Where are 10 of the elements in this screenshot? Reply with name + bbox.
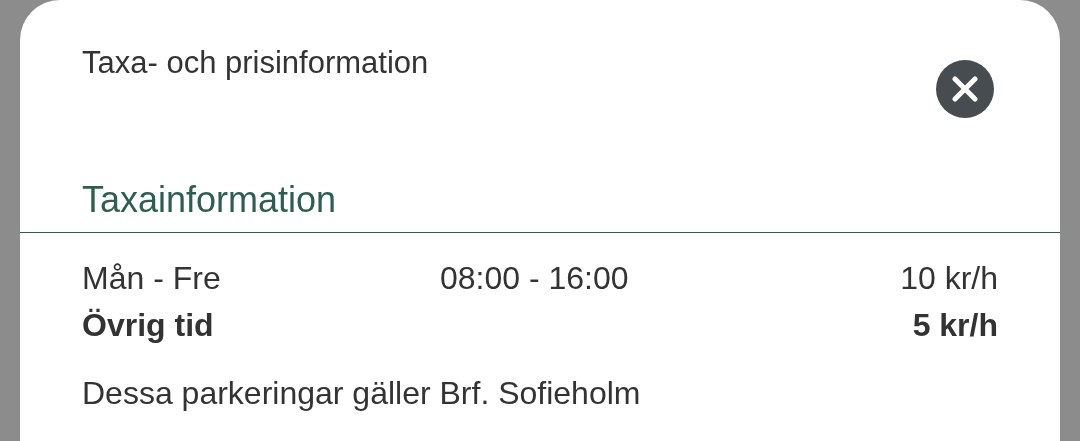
day-label: Mån - Fre xyxy=(82,260,221,296)
close-icon xyxy=(952,76,978,102)
price-text: 5 kr/h xyxy=(912,306,998,345)
dialog-title: Taxa- och prisinformation xyxy=(82,44,429,82)
time-range: 08:00 - 16:00 xyxy=(440,260,629,296)
price-text: 10 kr/h xyxy=(900,259,998,298)
day-label: Övrig tid xyxy=(82,307,214,343)
note-text: Dessa parkeringar gäller Brf. Sofieholm xyxy=(81,374,642,413)
section-heading: Taxainformation xyxy=(81,182,338,218)
close-button[interactable] xyxy=(936,60,994,118)
